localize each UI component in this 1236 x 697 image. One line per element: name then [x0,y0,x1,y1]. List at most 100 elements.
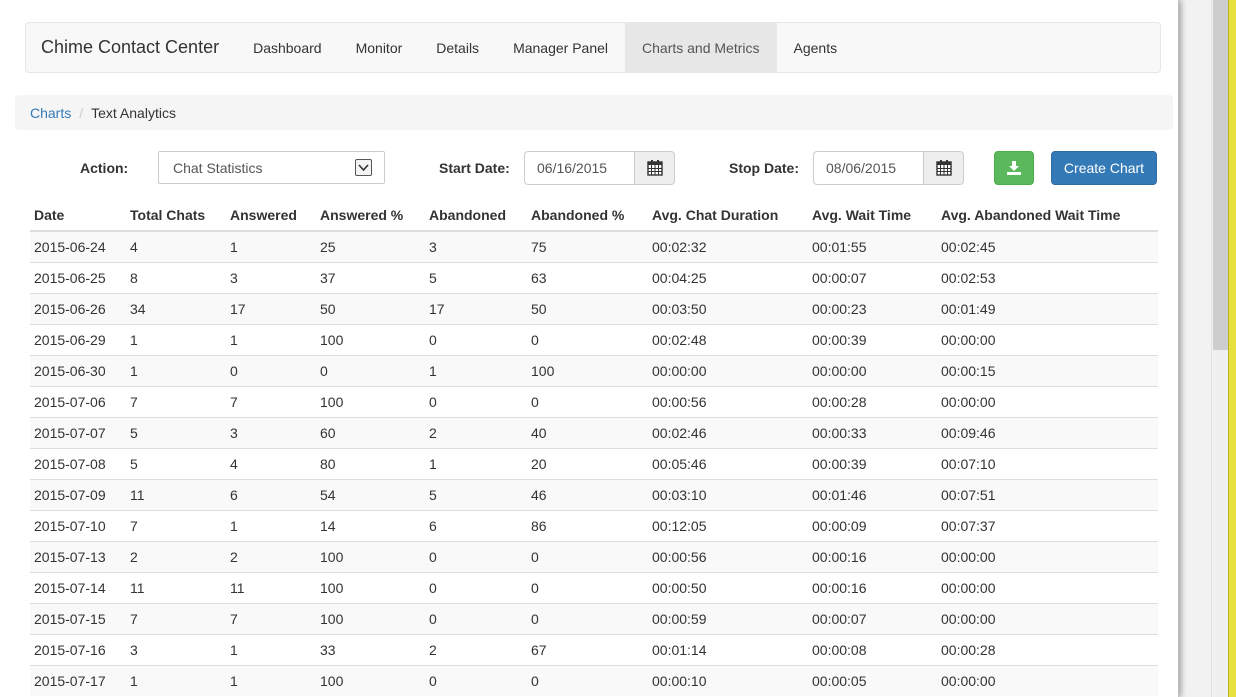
start-date-calendar-button[interactable] [634,151,675,185]
cell-avg-wait-time: 00:01:46 [808,479,937,511]
cell-answered: 1 [226,230,316,263]
calendar-icon [935,160,952,176]
cell-abandoned-pct: 86 [527,510,648,542]
nav-dashboard[interactable]: Dashboard [236,23,339,72]
nav-monitor[interactable]: Monitor [339,23,420,72]
breadcrumb-charts-link[interactable]: Charts [30,105,71,121]
cell-avg-chat-duration: 00:00:00 [648,355,808,387]
cell-total-chats: 4 [126,230,226,263]
cell-avg-wait-time: 00:00:33 [808,417,937,449]
table-row: 2015-06-25 8 3 37 5 63 00:04:25 00:00:07 00:02:5… [30,262,1158,294]
chat-statistics-table: Date Total Chats Answered Answered % Aba… [30,200,1158,696]
cell-avg-wait-time: 00:00:09 [808,510,937,542]
cell-answered-pct: 80 [316,448,425,480]
stop-date-calendar-button[interactable] [923,151,964,185]
table-row: 2015-07-13 2 2 100 0 0 00:00:56 00:00:16 00:00:0… [30,541,1158,573]
brand[interactable]: Chime Contact Center [26,23,234,72]
cell-total-chats: 2 [126,541,226,573]
cell-answered: 7 [226,386,316,418]
cell-abandoned-pct: 100 [527,355,648,387]
cell-date: 2015-07-10 [30,510,126,542]
cell-abandoned-pct: 0 [527,541,648,573]
column-header-avg-wait-time: Avg. Wait Time [808,200,937,232]
cell-abandoned: 2 [425,417,527,449]
cell-total-chats: 8 [126,262,226,294]
cell-date: 2015-07-08 [30,448,126,480]
table-row: 2015-06-24 4 1 25 3 75 00:02:32 00:01:55 00:02:4… [30,230,1158,263]
cell-date: 2015-07-06 [30,386,126,418]
cell-abandoned: 6 [425,510,527,542]
column-header-date: Date [30,200,126,232]
cell-answered: 6 [226,479,316,511]
cell-answered-pct: 100 [316,324,425,356]
breadcrumb: Charts / Text Analytics [15,95,1173,130]
cell-avg-wait-time: 00:01:55 [808,230,937,263]
column-header-answered: Answered [226,200,316,232]
cell-avg-abandoned-wait-time: 00:02:45 [937,230,1158,263]
cell-total-chats: 3 [126,634,226,666]
cell-date: 2015-06-30 [30,355,126,387]
cell-answered-pct: 60 [316,417,425,449]
table-row: 2015-07-17 1 1 100 0 0 00:00:10 00:00:05 00:00:0… [30,665,1158,696]
cell-date: 2015-06-29 [30,324,126,356]
cell-abandoned: 5 [425,479,527,511]
cell-abandoned: 1 [425,355,527,387]
vertical-scrollbar[interactable] [1211,0,1228,697]
cell-avg-wait-time: 00:00:07 [808,262,937,294]
table-row: 2015-06-29 1 1 100 0 0 00:02:48 00:00:39 00:00:0… [30,324,1158,356]
cell-date: 2015-07-16 [30,634,126,666]
create-chart-button[interactable]: Create Chart [1051,151,1157,185]
cell-avg-abandoned-wait-time: 00:00:00 [937,324,1158,356]
action-select[interactable]: Chat Statistics [158,151,385,184]
cell-total-chats: 1 [126,665,226,696]
cell-abandoned: 0 [425,603,527,635]
cell-abandoned-pct: 63 [527,262,648,294]
table-body: 2015-06-24 4 1 25 3 75 00:02:32 00:01:55 00:02:4… [30,230,1158,696]
table-row: 2015-07-09 11 6 54 5 46 00:03:10 00:01:46 00:07:… [30,479,1158,511]
cell-answered-pct: 0 [316,355,425,387]
cell-answered: 0 [226,355,316,387]
cell-avg-abandoned-wait-time: 00:02:53 [937,262,1158,294]
cell-total-chats: 7 [126,510,226,542]
nav-manager-panel[interactable]: Manager Panel [496,23,625,72]
cell-answered-pct: 100 [316,541,425,573]
start-date-input[interactable]: 06/16/2015 [524,151,634,185]
cell-avg-wait-time: 00:00:39 [808,324,937,356]
cell-answered-pct: 50 [316,293,425,325]
cell-abandoned-pct: 20 [527,448,648,480]
cell-avg-wait-time: 00:00:23 [808,293,937,325]
cell-abandoned: 0 [425,386,527,418]
nav-details[interactable]: Details [419,23,496,72]
scrollbar-thumb[interactable] [1213,0,1228,350]
stop-date-input[interactable]: 08/06/2015 [813,151,923,185]
column-header-avg-chat-duration: Avg. Chat Duration [648,200,808,232]
cell-abandoned-pct: 67 [527,634,648,666]
cell-abandoned-pct: 0 [527,603,648,635]
cell-answered-pct: 100 [316,572,425,604]
nav-charts-and-metrics[interactable]: Charts and Metrics [625,23,777,72]
cell-abandoned-pct: 0 [527,386,648,418]
calendar-icon [646,160,663,176]
cell-total-chats: 11 [126,572,226,604]
cell-avg-wait-time: 00:00:05 [808,665,937,696]
cell-avg-abandoned-wait-time: 00:01:49 [937,293,1158,325]
table-row: 2015-07-15 7 7 100 0 0 00:00:59 00:00:07 00:00:0… [30,603,1158,635]
cell-avg-chat-duration: 00:02:32 [648,230,808,263]
cell-avg-chat-duration: 00:00:10 [648,665,808,696]
download-button[interactable] [994,151,1034,185]
window-edge [1228,0,1236,697]
cell-answered-pct: 14 [316,510,425,542]
cell-answered: 3 [226,417,316,449]
cell-avg-abandoned-wait-time: 00:00:00 [937,665,1158,696]
nav-agents[interactable]: Agents [777,23,855,72]
breadcrumb-separator: / [79,104,84,121]
cell-date: 2015-06-24 [30,230,126,263]
table-row: 2015-07-08 5 4 80 1 20 00:05:46 00:00:39 00:07:1… [30,448,1158,480]
cell-abandoned-pct: 0 [527,572,648,604]
cell-abandoned: 0 [425,572,527,604]
cell-avg-chat-duration: 00:00:59 [648,603,808,635]
cell-abandoned: 2 [425,634,527,666]
cell-avg-chat-duration: 00:00:56 [648,386,808,418]
chevron-down-icon[interactable] [355,159,372,176]
cell-total-chats: 7 [126,603,226,635]
